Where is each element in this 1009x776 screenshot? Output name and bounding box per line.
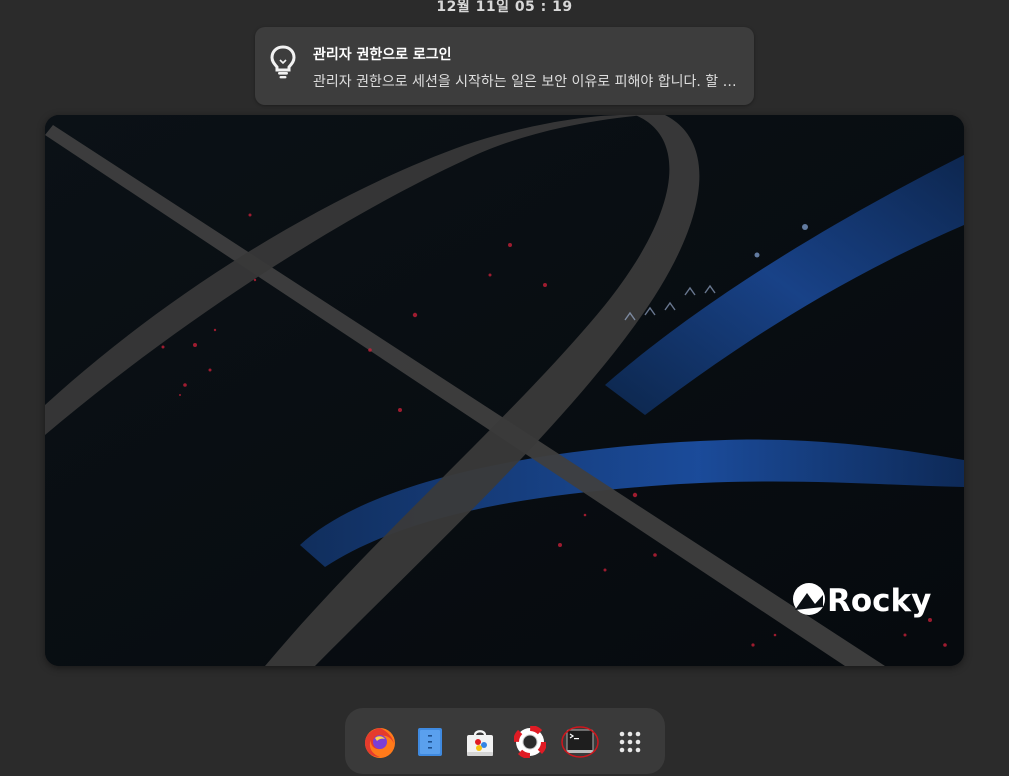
rocky-logo-text: Rocky xyxy=(827,583,931,619)
rocky-logo xyxy=(793,583,825,615)
help-icon[interactable] xyxy=(510,722,550,762)
workspace-thumbnail[interactable]: Rocky xyxy=(45,115,964,666)
app-grid-icon[interactable] xyxy=(610,722,650,762)
files-icon[interactable] xyxy=(410,722,450,762)
lightbulb-icon xyxy=(269,45,297,79)
notification-title: 관리자 권한으로 로그인 xyxy=(313,47,452,63)
dash-dock xyxy=(345,708,665,774)
notification-banner[interactable]: 관리자 권한으로 로그인 관리자 권한으로 세션을 시작하는 일은 보안 이유로… xyxy=(255,27,754,105)
rocky-wallpaper: Rocky xyxy=(45,115,964,666)
terminal-icon[interactable] xyxy=(560,722,600,762)
software-icon[interactable] xyxy=(460,722,500,762)
top-bar-clock[interactable]: 12월 11일 05 : 19 xyxy=(0,0,1009,14)
firefox-icon[interactable] xyxy=(360,722,400,762)
overview-screen: 12월 11일 05 : 19 관리자 권한으로 로그인 관리자 권한으로 세션… xyxy=(0,0,1009,776)
notification-body: 관리자 권한으로 세션을 시작하는 일은 보안 이유로 피해야 합니다. 할 … xyxy=(313,74,737,90)
